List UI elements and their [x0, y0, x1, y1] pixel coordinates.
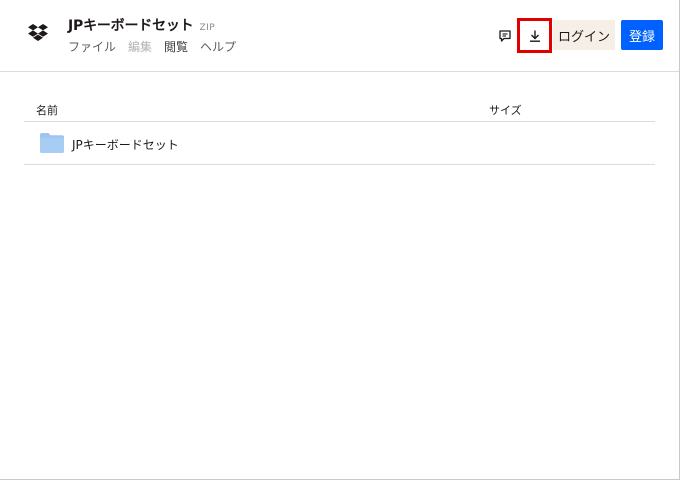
menu-edit[interactable]: 編集 [128, 38, 152, 55]
file-title: JPキーボードセット [68, 18, 194, 34]
menu-view[interactable]: 閲覧 [164, 38, 188, 55]
comment-button[interactable] [495, 27, 515, 45]
menu-file[interactable]: ファイル [68, 38, 116, 55]
menu-help[interactable]: ヘルプ [200, 38, 236, 55]
dropbox-logo[interactable] [28, 24, 48, 42]
file-extension-badge: ZIP [199, 23, 216, 33]
dropbox-logo-icon [28, 24, 48, 41]
login-button[interactable]: ログイン [553, 20, 615, 50]
comment-icon [499, 30, 511, 42]
file-title-row: JPキーボードセット ZIP [68, 15, 216, 34]
menu-bar: ファイル 編集 閲覧 ヘルプ [68, 38, 236, 55]
folder-icon [40, 133, 64, 153]
download-icon [529, 30, 540, 42]
download-button[interactable] [517, 18, 552, 53]
table-header: 名前 サイズ [24, 96, 655, 122]
column-header-name[interactable]: 名前 [36, 102, 58, 118]
column-header-size[interactable]: サイズ [489, 102, 522, 118]
file-name[interactable]: JPキーボードセット [72, 136, 179, 153]
register-button[interactable]: 登録 [621, 20, 663, 50]
table-row[interactable]: JPキーボードセット [24, 122, 655, 165]
file-table: 名前 サイズ JPキーボードセット [24, 96, 655, 165]
app-window: JPキーボードセット ZIP ファイル 編集 閲覧 ヘルプ ログイン 登録 名前… [0, 0, 680, 480]
top-bar: JPキーボードセット ZIP ファイル 編集 閲覧 ヘルプ ログイン 登録 [0, 0, 679, 72]
